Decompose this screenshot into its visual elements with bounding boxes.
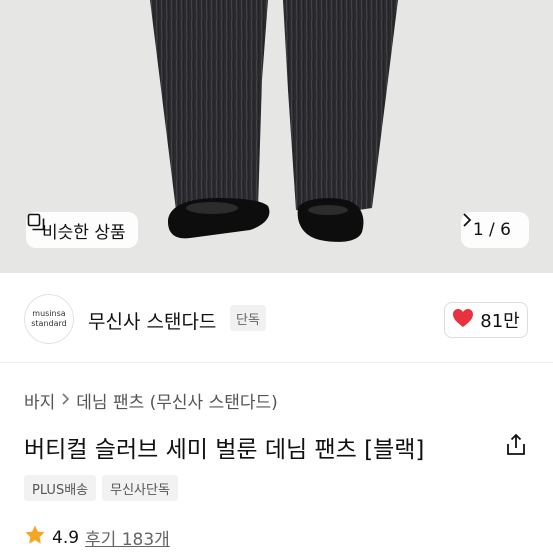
product-image[interactable]: 비슷한 상품 1 / 6: [0, 0, 553, 273]
product-tags: PLUS배송 무신사단독: [24, 475, 178, 501]
star-icon: [24, 524, 46, 551]
tag-exclusive: 무신사단독: [102, 475, 178, 501]
brand-logo[interactable]: musinsa standard: [24, 294, 74, 344]
rating-row: 4.9 후기 183개: [24, 524, 170, 551]
like-button[interactable]: 81만: [444, 302, 528, 338]
chevron-right-icon: [61, 392, 70, 410]
image-counter: 1 / 6: [472, 220, 511, 240]
heart-icon: [452, 308, 474, 333]
brand-row: musinsa standard 무신사 스탠다드 단독 81만: [0, 290, 553, 348]
like-count: 81만: [480, 311, 520, 332]
brand-logo-text-1: musinsa: [32, 309, 66, 318]
brand-logo-text-2: standard: [31, 319, 67, 328]
product-title: 버티컬 슬러브 세미 벌룬 데님 팬츠 [블랙]: [24, 437, 425, 463]
rating-score: 4.9: [52, 527, 80, 548]
exclusive-badge: 단독: [230, 305, 266, 331]
breadcrumb-item-denim[interactable]: 데님 팬츠 (무신사 스탠다드): [76, 388, 278, 413]
similar-products-button[interactable]: 비슷한 상품: [26, 212, 138, 248]
section-divider: [0, 362, 553, 363]
brand-name[interactable]: 무신사 스탠다드: [88, 307, 216, 334]
breadcrumb-item-pants[interactable]: 바지: [24, 388, 55, 413]
review-count-link[interactable]: 후기 183개: [85, 525, 170, 550]
image-counter-button[interactable]: 1 / 6: [460, 212, 529, 248]
share-icon[interactable]: [503, 432, 529, 458]
title-row: 버티컬 슬러브 세미 벌룬 데님 팬츠 [블랙]: [24, 430, 529, 463]
breadcrumb: 바지 데님 팬츠 (무신사 스탠다드): [24, 388, 278, 413]
tag-plus-delivery: PLUS배송: [24, 475, 97, 501]
similar-products-label: 비슷한 상품: [42, 222, 126, 243]
